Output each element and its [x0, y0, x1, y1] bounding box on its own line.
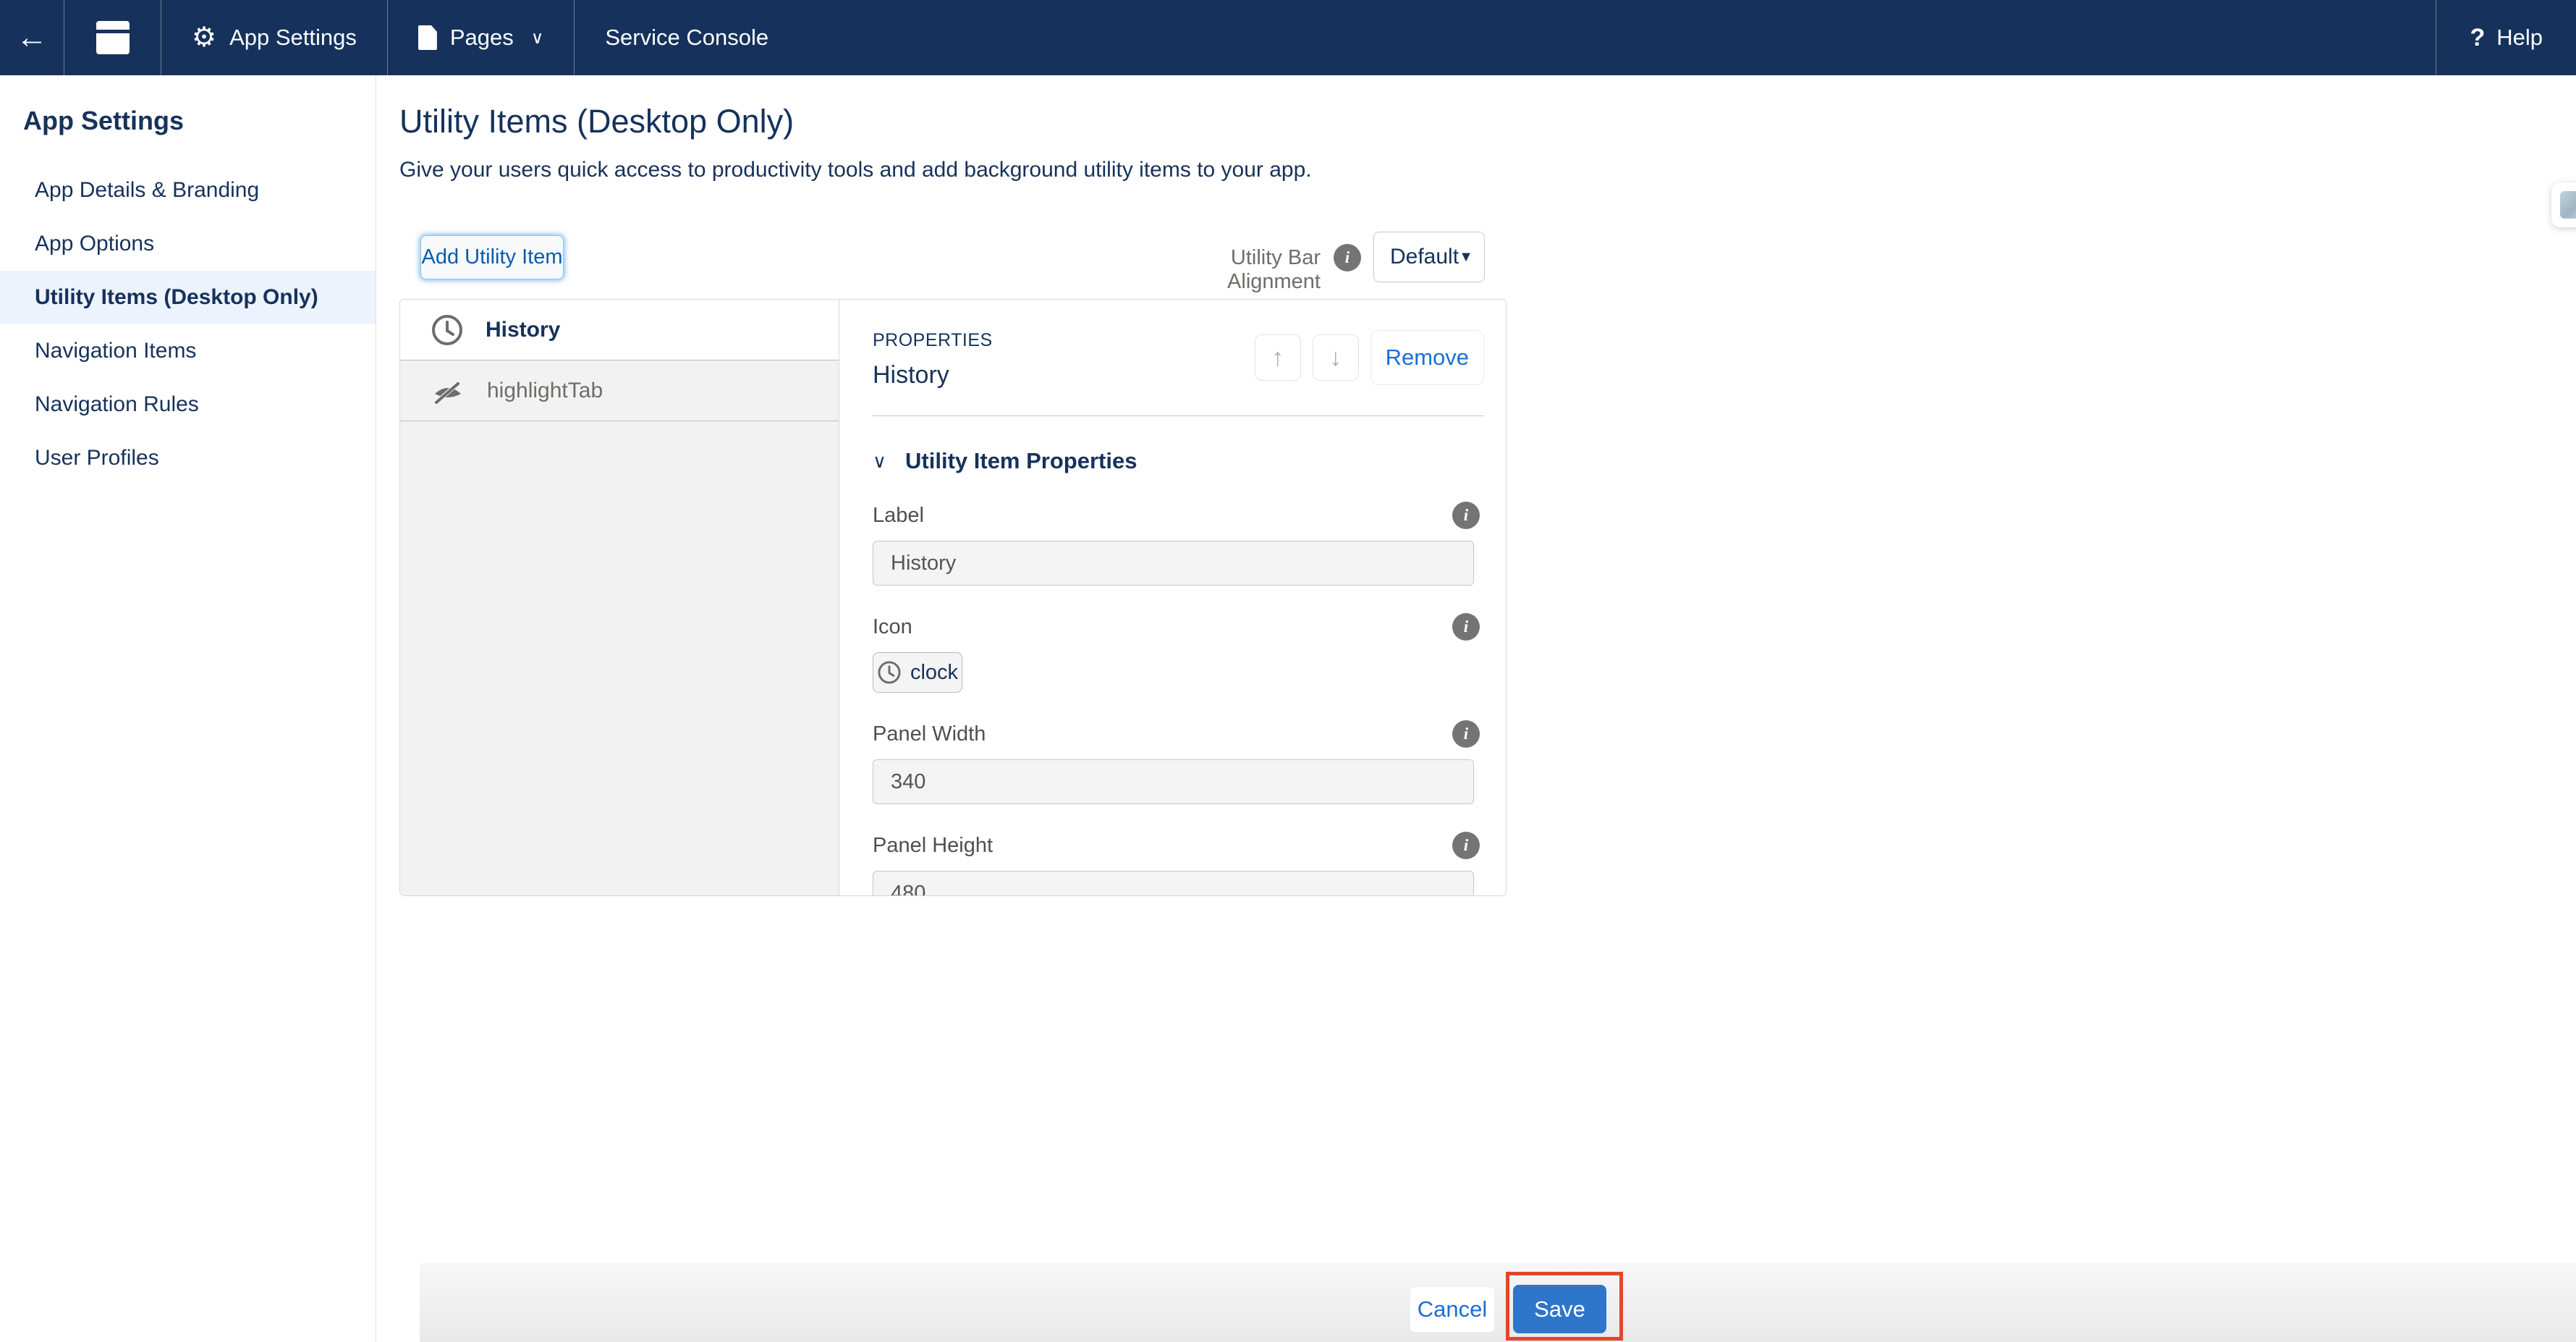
app-name-label: Service Console [575, 0, 768, 75]
icon-field-label: Icon [873, 615, 912, 639]
sidebar-item-navigation-rules[interactable]: Navigation Rules [0, 378, 376, 431]
down-arrow-icon: ↓ [1329, 344, 1342, 371]
utility-item-properties-section-toggle[interactable]: ∨ Utility Item Properties [873, 448, 1484, 474]
help-button[interactable]: ? Help [2436, 0, 2576, 75]
panel-height-field-group: Panel Height i [873, 832, 1484, 896]
dropdown-arrow-icon: ▼ [1459, 249, 1473, 266]
move-down-button[interactable]: ↓ [1313, 334, 1359, 381]
move-up-button[interactable]: ↑ [1255, 334, 1301, 381]
tab-app-settings-label: App Settings [229, 25, 357, 51]
properties-pane: PROPERTIES History ↑ ↓ Remove ∨ Utility … [839, 300, 1506, 895]
app-settings-window: ← ⚙ App Settings Pages ∨ Service Console… [0, 0, 2576, 1342]
footer-action-bar: Cancel Save [420, 1263, 2576, 1342]
utility-item-list: History highlightTab [400, 300, 839, 895]
tab-pages[interactable]: Pages ∨ [388, 0, 574, 75]
question-mark-icon: ? [2470, 24, 2485, 52]
tab-pages-label: Pages [450, 25, 514, 51]
panel-width-info-icon[interactable]: i [1452, 720, 1480, 748]
panel-width-field-group: Panel Width i [873, 720, 1484, 804]
top-navbar: ← ⚙ App Settings Pages ∨ Service Console… [0, 0, 2576, 75]
hidden-eye-icon [431, 376, 465, 405]
sidebar-item-user-profiles[interactable]: User Profiles [0, 431, 376, 485]
utility-item-label: History [486, 318, 560, 342]
label-info-icon[interactable]: i [1452, 502, 1480, 529]
utility-item-row-highlighttab[interactable]: highlightTab [400, 360, 839, 421]
panel-width-input[interactable] [873, 759, 1474, 804]
panel-height-info-icon[interactable]: i [1452, 832, 1480, 859]
sidebar-item-app-details-branding[interactable]: App Details & Branding [0, 164, 376, 217]
alignment-dropdown[interactable]: Default ▼ [1373, 232, 1485, 282]
properties-item-name: History [873, 361, 993, 389]
clock-icon [877, 660, 902, 685]
page-icon [418, 25, 437, 50]
sidebar-list: App Details & Branding App Options Utili… [0, 164, 376, 485]
panel-width-label: Panel Width [873, 722, 986, 746]
sidebar-item-navigation-items[interactable]: Navigation Items [0, 324, 376, 378]
properties-header-block: PROPERTIES History [873, 330, 993, 389]
edge-widget-tile-icon [2560, 191, 2576, 219]
edge-floating-widget[interactable] [2551, 182, 2576, 227]
panel-height-input[interactable] [873, 871, 1474, 896]
up-arrow-icon: ↑ [1271, 344, 1284, 371]
label-input[interactable] [873, 541, 1474, 586]
properties-heading: PROPERTIES [873, 330, 993, 351]
utility-item-row-history[interactable]: History [400, 300, 839, 360]
help-label: Help [2496, 25, 2543, 51]
panel-height-label: Panel Height [873, 834, 993, 858]
desktop-icon [96, 21, 130, 54]
sidebar-item-app-options[interactable]: App Options [0, 217, 376, 271]
label-field-label: Label [873, 504, 924, 528]
icon-field-group: Icon i clock [873, 613, 1484, 693]
sidebar-title: App Settings [23, 106, 376, 136]
utility-bar-alignment-label: Utility Bar Alignment [1151, 246, 1321, 294]
label-field-group: Label i [873, 502, 1484, 586]
page-subtitle: Give your users quick access to producti… [399, 158, 1312, 182]
gear-icon: ⚙ [192, 24, 216, 51]
save-button[interactable]: Save [1513, 1285, 1606, 1333]
alignment-info-icon[interactable]: i [1334, 244, 1361, 271]
chevron-down-icon: ∨ [531, 28, 544, 48]
sidebar-item-utility-items[interactable]: Utility Items (Desktop Only) [0, 271, 376, 324]
remove-button[interactable]: Remove [1370, 330, 1484, 385]
desktop-view-button[interactable] [64, 0, 161, 75]
back-arrow-icon: ← [16, 20, 48, 56]
cancel-button[interactable]: Cancel [1410, 1286, 1495, 1333]
tab-app-settings[interactable]: ⚙ App Settings [161, 0, 387, 75]
utility-item-label: highlightTab [487, 379, 603, 403]
icon-picker-button[interactable]: clock [873, 652, 962, 693]
page-title: Utility Items (Desktop Only) [399, 103, 794, 140]
section-title: Utility Item Properties [905, 448, 1137, 474]
section-chevron-icon: ∨ [873, 450, 886, 473]
icon-info-icon[interactable]: i [1452, 613, 1480, 641]
back-button[interactable]: ← [0, 0, 64, 75]
alignment-dropdown-value: Default [1390, 245, 1459, 269]
add-utility-item-button[interactable]: Add Utility Item [420, 235, 564, 279]
utility-items-panel: History highlightTab PROPERTIES History [399, 299, 1507, 896]
properties-divider [873, 415, 1484, 416]
settings-sidebar: App Settings App Details & Branding App … [0, 75, 376, 1342]
icon-picker-value: clock [910, 661, 958, 685]
clock-icon [431, 313, 464, 347]
